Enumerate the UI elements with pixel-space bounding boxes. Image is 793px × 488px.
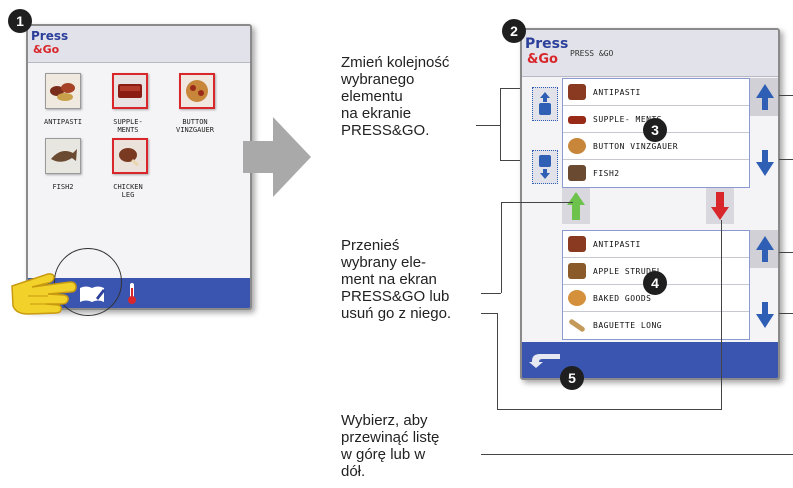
red-arrow-down-icon (711, 192, 729, 220)
move-up-item-button[interactable] (532, 87, 558, 121)
supplements-icon (114, 75, 146, 107)
leader-line (501, 202, 573, 203)
green-arrow-up-icon (567, 192, 585, 220)
callout-3: 3 (643, 118, 667, 142)
leader-line (779, 95, 793, 96)
scroll-up-button-bottom[interactable] (750, 230, 778, 268)
leader-line (481, 454, 793, 455)
leader-line (497, 409, 721, 410)
leader-line (779, 313, 793, 314)
logo-go: &Go (33, 43, 60, 56)
tile-label: MENTS (117, 126, 139, 134)
reorder-up-icon (539, 92, 551, 115)
callout-2: 2 (502, 19, 526, 43)
remove-from-press-go-button[interactable] (706, 188, 734, 224)
back-arrow-icon[interactable] (528, 350, 562, 370)
arrow-down-icon (756, 150, 774, 176)
logo-press: Press (31, 29, 69, 43)
callout-5: 5 (560, 366, 584, 390)
arrow-up-icon (756, 236, 774, 262)
scroll-down-button-top[interactable] (750, 144, 778, 182)
page-title: PRESS &GO (570, 49, 614, 58)
thermometer-icon[interactable] (126, 281, 138, 305)
instruction-reorder: Zmień kolejność wybranego elementu na ek… (341, 54, 450, 139)
button-vinzgauer-icon (181, 75, 213, 107)
leader-line (721, 220, 722, 410)
leader-line (476, 125, 500, 126)
chicken-leg-icon (114, 140, 146, 172)
screen-header: Press &Go PRESS &GO (522, 30, 778, 77)
antipasti-icon (46, 74, 80, 108)
supplements-icon (568, 116, 586, 124)
arrow-up-icon (756, 84, 774, 110)
move-down-item-button[interactable] (532, 150, 558, 184)
tile-fish[interactable] (45, 138, 81, 174)
tile-label: SUPPLE- (113, 118, 143, 126)
antipasti-icon (568, 236, 586, 252)
tile-supplements[interactable] (112, 73, 148, 109)
leader-line (779, 159, 793, 160)
screen-header: Press &Go (28, 26, 250, 63)
leader-line (500, 88, 501, 160)
antipasti-icon (568, 84, 586, 100)
logo-go: &Go (527, 52, 558, 67)
tile-label: LEG (121, 191, 135, 199)
leader-line (481, 293, 501, 294)
leader-line (501, 202, 502, 293)
instruction-move: Przenieś wybrany ele- ment na ekran PRES… (341, 237, 452, 322)
scroll-down-button-bottom[interactable] (750, 296, 778, 334)
tile-label: ANTIPASTI (44, 118, 82, 126)
fish-icon (568, 165, 586, 181)
leader-line (500, 88, 520, 89)
scroll-up-button-top[interactable] (750, 78, 778, 116)
callout-4: 4 (643, 271, 667, 295)
baked-goods-icon (568, 290, 586, 306)
apple-strudel-icon (568, 263, 586, 279)
callout-1: 1 (8, 9, 32, 33)
reorder-down-icon (539, 155, 551, 179)
tile-button-vinzgauer[interactable] (179, 73, 215, 109)
leader-line (481, 313, 497, 314)
press-go-edit-screen: Press &Go PRESS &GO ANTIPASTI SUPPLE- ME… (520, 28, 780, 380)
leader-line (500, 160, 520, 161)
fish-icon (46, 139, 80, 173)
tile-chicken-leg[interactable] (112, 138, 148, 174)
button-vinzgauer-icon (568, 138, 586, 154)
tile-label: BUTTON (182, 118, 208, 126)
tile-label: FISH2 (52, 183, 74, 191)
tile-antipasti[interactable] (45, 73, 81, 109)
baguette-icon (568, 318, 586, 333)
list-item[interactable]: ANTIPASTI (563, 79, 749, 106)
logo-press: Press (525, 36, 569, 52)
add-to-press-go-button[interactable] (562, 188, 590, 224)
tile-label: CHICKEN (113, 183, 143, 191)
tile-label: VINZGAUER (176, 126, 214, 134)
instruction-scroll: Wybierz, aby przewinąć listę w górę lub … (341, 412, 440, 480)
list-item[interactable]: FISH2 (563, 160, 749, 186)
leader-line (497, 313, 498, 410)
arrow-down-icon (756, 302, 774, 328)
leader-line (779, 252, 793, 253)
transition-arrow-icon (243, 117, 311, 197)
pointing-hand-icon (11, 273, 77, 315)
